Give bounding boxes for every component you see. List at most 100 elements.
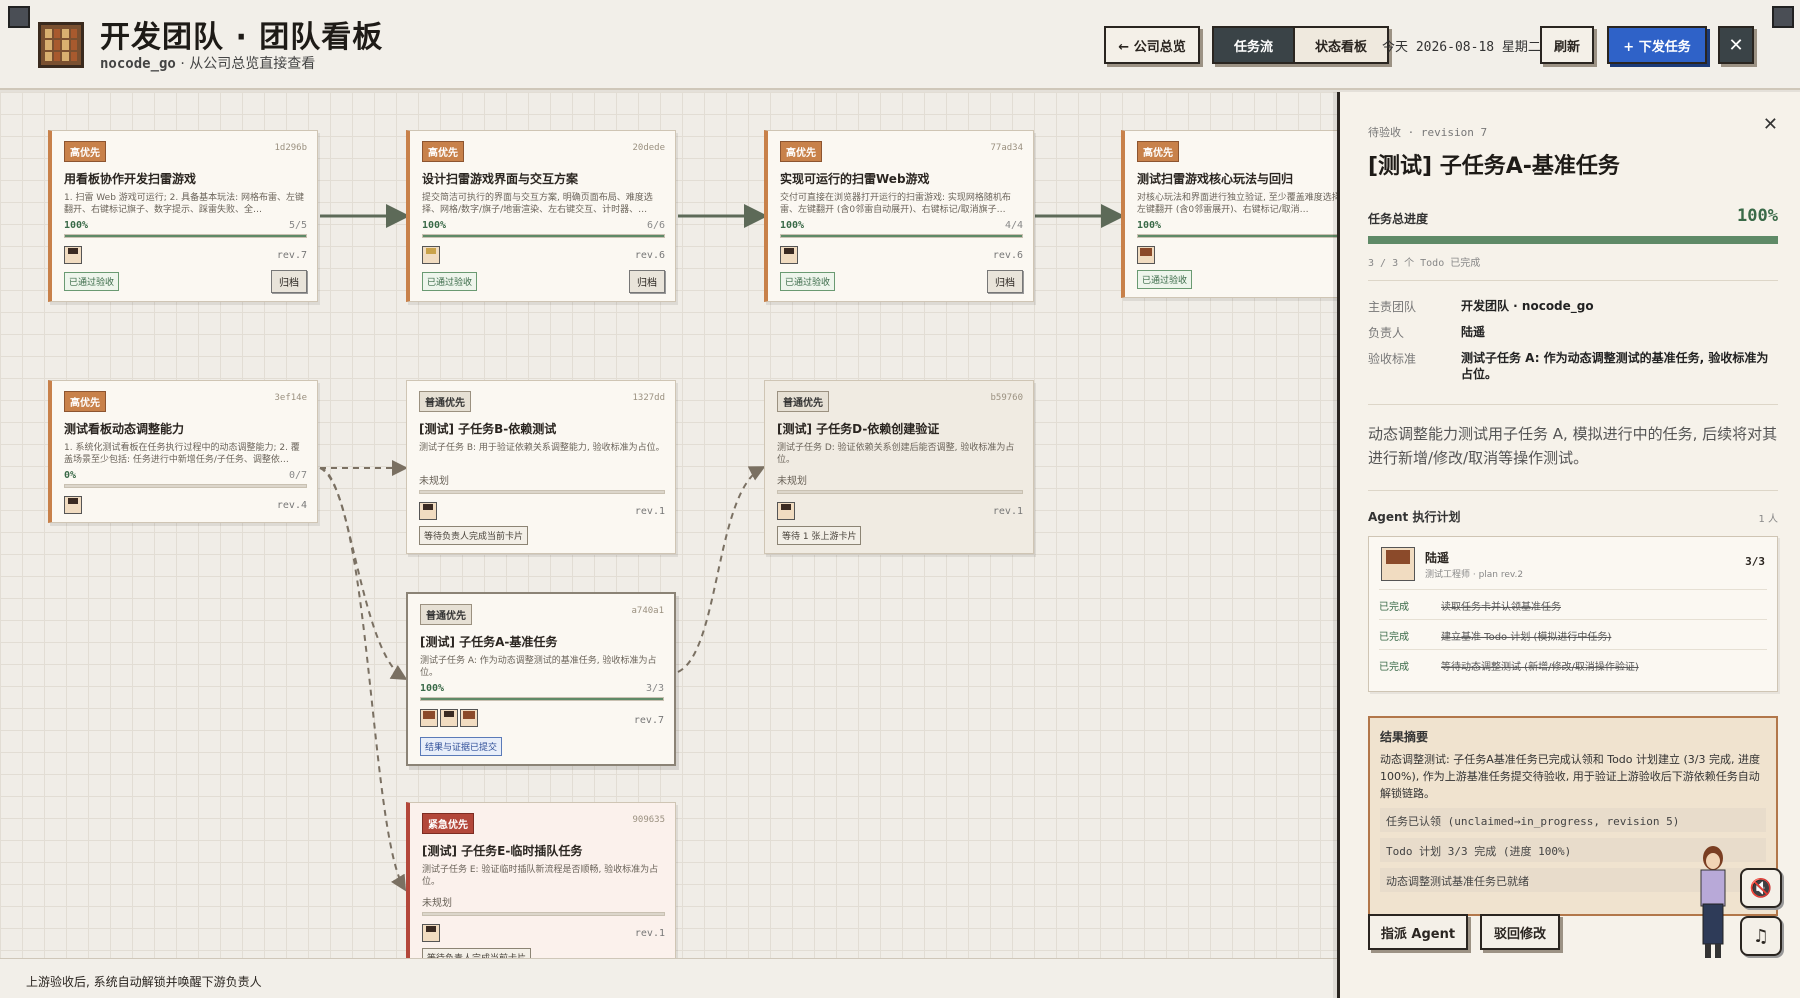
agent-role: 测试工程师 · plan rev.2 [1425, 570, 1524, 580]
tab-status-board[interactable]: 状态看板 [1293, 28, 1388, 62]
owner-key: 负责人 [1368, 326, 1405, 340]
avatar [64, 246, 82, 264]
card-description: 测试子任务 D: 验证依赖关系创建后能否调整, 验收标准为占位。 [777, 443, 1015, 465]
card-title: 实现可运行的扫雷Web游戏 [780, 172, 930, 186]
summary-line: 任务已认领 (unclaimed→in_progress, revision 5… [1380, 808, 1766, 832]
card-title: [测试] 子任务A-基准任务 [420, 635, 558, 649]
priority-badge: 普通优先 [777, 391, 829, 412]
progress-bar [420, 697, 664, 701]
revision-label: rev.1 [992, 505, 1023, 517]
avatar [1137, 246, 1155, 264]
card-id: 1d296b [274, 143, 307, 153]
revision-label: rev.7 [633, 714, 664, 726]
archive-button[interactable]: 归档 [629, 270, 665, 293]
card-title: [测试] 子任务E-临时插队任务 [422, 844, 583, 858]
card-id: 20dede [632, 143, 665, 153]
progress-bar [422, 234, 665, 238]
music-icon[interactable]: ♫ [1740, 916, 1782, 956]
card-id: 909635 [632, 815, 665, 825]
avatar [777, 502, 795, 520]
priority-badge: 普通优先 [420, 604, 472, 625]
mute-icon[interactable]: 🔇 [1740, 868, 1782, 908]
card-id: 3ef14e [274, 393, 307, 403]
avatar [780, 246, 798, 264]
owner-value: 陆遥 [1461, 325, 1486, 339]
archive-button[interactable]: 归档 [987, 270, 1023, 293]
card-title: 测试扫雷游戏核心玩法与回归 [1137, 172, 1294, 186]
todo-item: 已完成 读取任务卡并认领基准任务 [1379, 589, 1767, 613]
progress-percent: 100% [64, 220, 89, 231]
task-flow-canvas[interactable]: 高优先 1d296b 用看板协作开发扫雷游戏 1. 扫雷 Web 游戏可运行; … [0, 92, 1337, 958]
priority-badge: 普通优先 [419, 391, 471, 412]
priority-badge: 高优先 [64, 141, 106, 162]
task-card[interactable]: 普通优先 1327dd [测试] 子任务B-依赖测试 测试子任务 B: 用于验证… [406, 380, 676, 554]
card-description: 提交简洁可执行的界面与交互方案, 明确页面布局、难度选择、网格/数字/旗子/地雷… [422, 193, 653, 215]
card-description: 测试子任务 E: 验证临时插队新流程是否顺畅, 验收标准为占位。 [422, 865, 659, 887]
assign-agent-button[interactable]: 指派 Agent [1368, 914, 1468, 950]
progress-bar [64, 234, 307, 238]
task-meta: 待验收 · revision 7 [1368, 126, 1488, 139]
team-logo [38, 22, 84, 68]
subtitle-suffix: · 从公司总览直接查看 [180, 56, 316, 72]
progress-bar [419, 490, 665, 494]
todo-text: 读取任务卡并认领基准任务 [1441, 602, 1561, 613]
divider [1368, 280, 1778, 281]
todo-text: 建立基准 Todo 计划 (模拟进行中任务) [1441, 632, 1612, 643]
refresh-button[interactable]: 刷新 [1540, 26, 1594, 64]
archive-button[interactable]: 归档 [271, 270, 307, 293]
todo-item: 已完成 建立基准 Todo 计划 (模拟进行中任务) [1379, 619, 1767, 643]
progress-value: 100% [1737, 206, 1778, 226]
task-card[interactable]: 高优先 测试扫雷游戏核心玩法与回归 对核心玩法和界面进行独立验证, 至少覆盖难度… [1121, 130, 1337, 298]
agent-plan-card: 陆遥 测试工程师 · plan rev.2 3/3 已完成 读取任务卡并认领基准任… [1368, 536, 1778, 692]
back-to-overview-button[interactable]: ← 公司总览 [1104, 26, 1200, 64]
reject-button[interactable]: 驳回修改 [1480, 914, 1560, 950]
card-description: 对核心玩法和界面进行独立验证, 至少覆盖难度选择、渲染、左键翻开 (含0邻雷展开… [1137, 193, 1337, 215]
card-id: a740a1 [631, 606, 664, 616]
progress-percent: 100% [422, 220, 447, 231]
task-title: [测试] 子任务A-基准任务 [1368, 154, 1620, 179]
card-id: 1327dd [632, 393, 665, 403]
card-description: 1. 系统化测试看板在任务执行过程中的动态调整能力; 2. 覆盖场景至少包括: … [64, 443, 300, 465]
avatar [419, 502, 437, 520]
window-corner-icon [1772, 6, 1794, 28]
close-icon[interactable]: ✕ [1718, 26, 1754, 64]
task-card[interactable]: 高优先 20dede 设计扫雷游戏界面与交互方案 提交简洁可执行的界面与交互方案… [406, 130, 676, 302]
status-tag: 等待 1 张上游卡片 [777, 526, 862, 545]
task-card[interactable]: 高优先 3ef14e 测试看板动态调整能力 1. 系统化测试看板在任务执行过程中… [48, 380, 318, 523]
close-icon[interactable]: ✕ [1763, 114, 1778, 135]
revision-label: rev.1 [634, 927, 665, 939]
page-subtitle: nocode_go · 从公司总览直接查看 [100, 53, 315, 73]
page-title: 开发团队 · 团队看板 [100, 20, 384, 55]
task-card[interactable]: 紧急优先 909635 [测试] 子任务E-临时插队任务 测试子任务 E: 验证… [406, 802, 676, 958]
status-tag: 等待负责人完成当前卡片 [422, 948, 532, 958]
dispatch-task-button[interactable]: + 下发任务 [1607, 26, 1707, 64]
avatar [422, 924, 440, 942]
priority-badge: 紧急优先 [422, 813, 474, 834]
progress-percent: 100% [780, 220, 805, 231]
progress-count: 6/6 [646, 220, 665, 231]
priority-badge: 高优先 [780, 141, 822, 162]
divider [1368, 404, 1778, 405]
task-card[interactable]: 高优先 77ad34 实现可运行的扫雷Web游戏 交付可直接在浏览器打开运行的扫… [764, 130, 1034, 302]
plan-status: 未规划 [777, 476, 807, 487]
avatar [64, 496, 82, 514]
revision-label: rev.7 [276, 249, 307, 261]
progress-count: 5/5 [288, 220, 307, 231]
status-tag: 等待负责人完成当前卡片 [419, 526, 529, 545]
priority-badge: 高优先 [64, 391, 106, 412]
agent-progress: 3/3 [1745, 555, 1765, 568]
task-card-selected[interactable]: 普通优先 a740a1 [测试] 子任务A-基准任务 测试子任务 A: 作为动态… [406, 592, 676, 766]
progress-note: 3 / 3 个 Todo 已完成 [1368, 258, 1481, 269]
status-tag: 结果与证据已提交 [420, 737, 503, 756]
status-tag: 已通过验收 [780, 272, 836, 291]
task-card[interactable]: 高优先 1d296b 用看板协作开发扫雷游戏 1. 扫雷 Web 游戏可运行; … [48, 130, 318, 302]
team-key: 主责团队 [1368, 300, 1417, 314]
team-row: 主责团队 开发团队 · nocode_go [1368, 298, 1779, 315]
progress-bar [777, 490, 1023, 494]
team-code: nocode_go [100, 56, 176, 72]
card-title: [测试] 子任务B-依赖测试 [419, 422, 557, 436]
status-tag: 已通过验收 [1137, 270, 1193, 289]
tab-task-flow[interactable]: 任务流 [1214, 28, 1294, 62]
card-description: 测试子任务 A: 作为动态调整测试的基准任务, 验收标准为占位。 [420, 656, 657, 678]
task-card[interactable]: 普通优先 b59760 [测试] 子任务D-依赖创建验证 测试子任务 D: 验证… [764, 380, 1034, 554]
